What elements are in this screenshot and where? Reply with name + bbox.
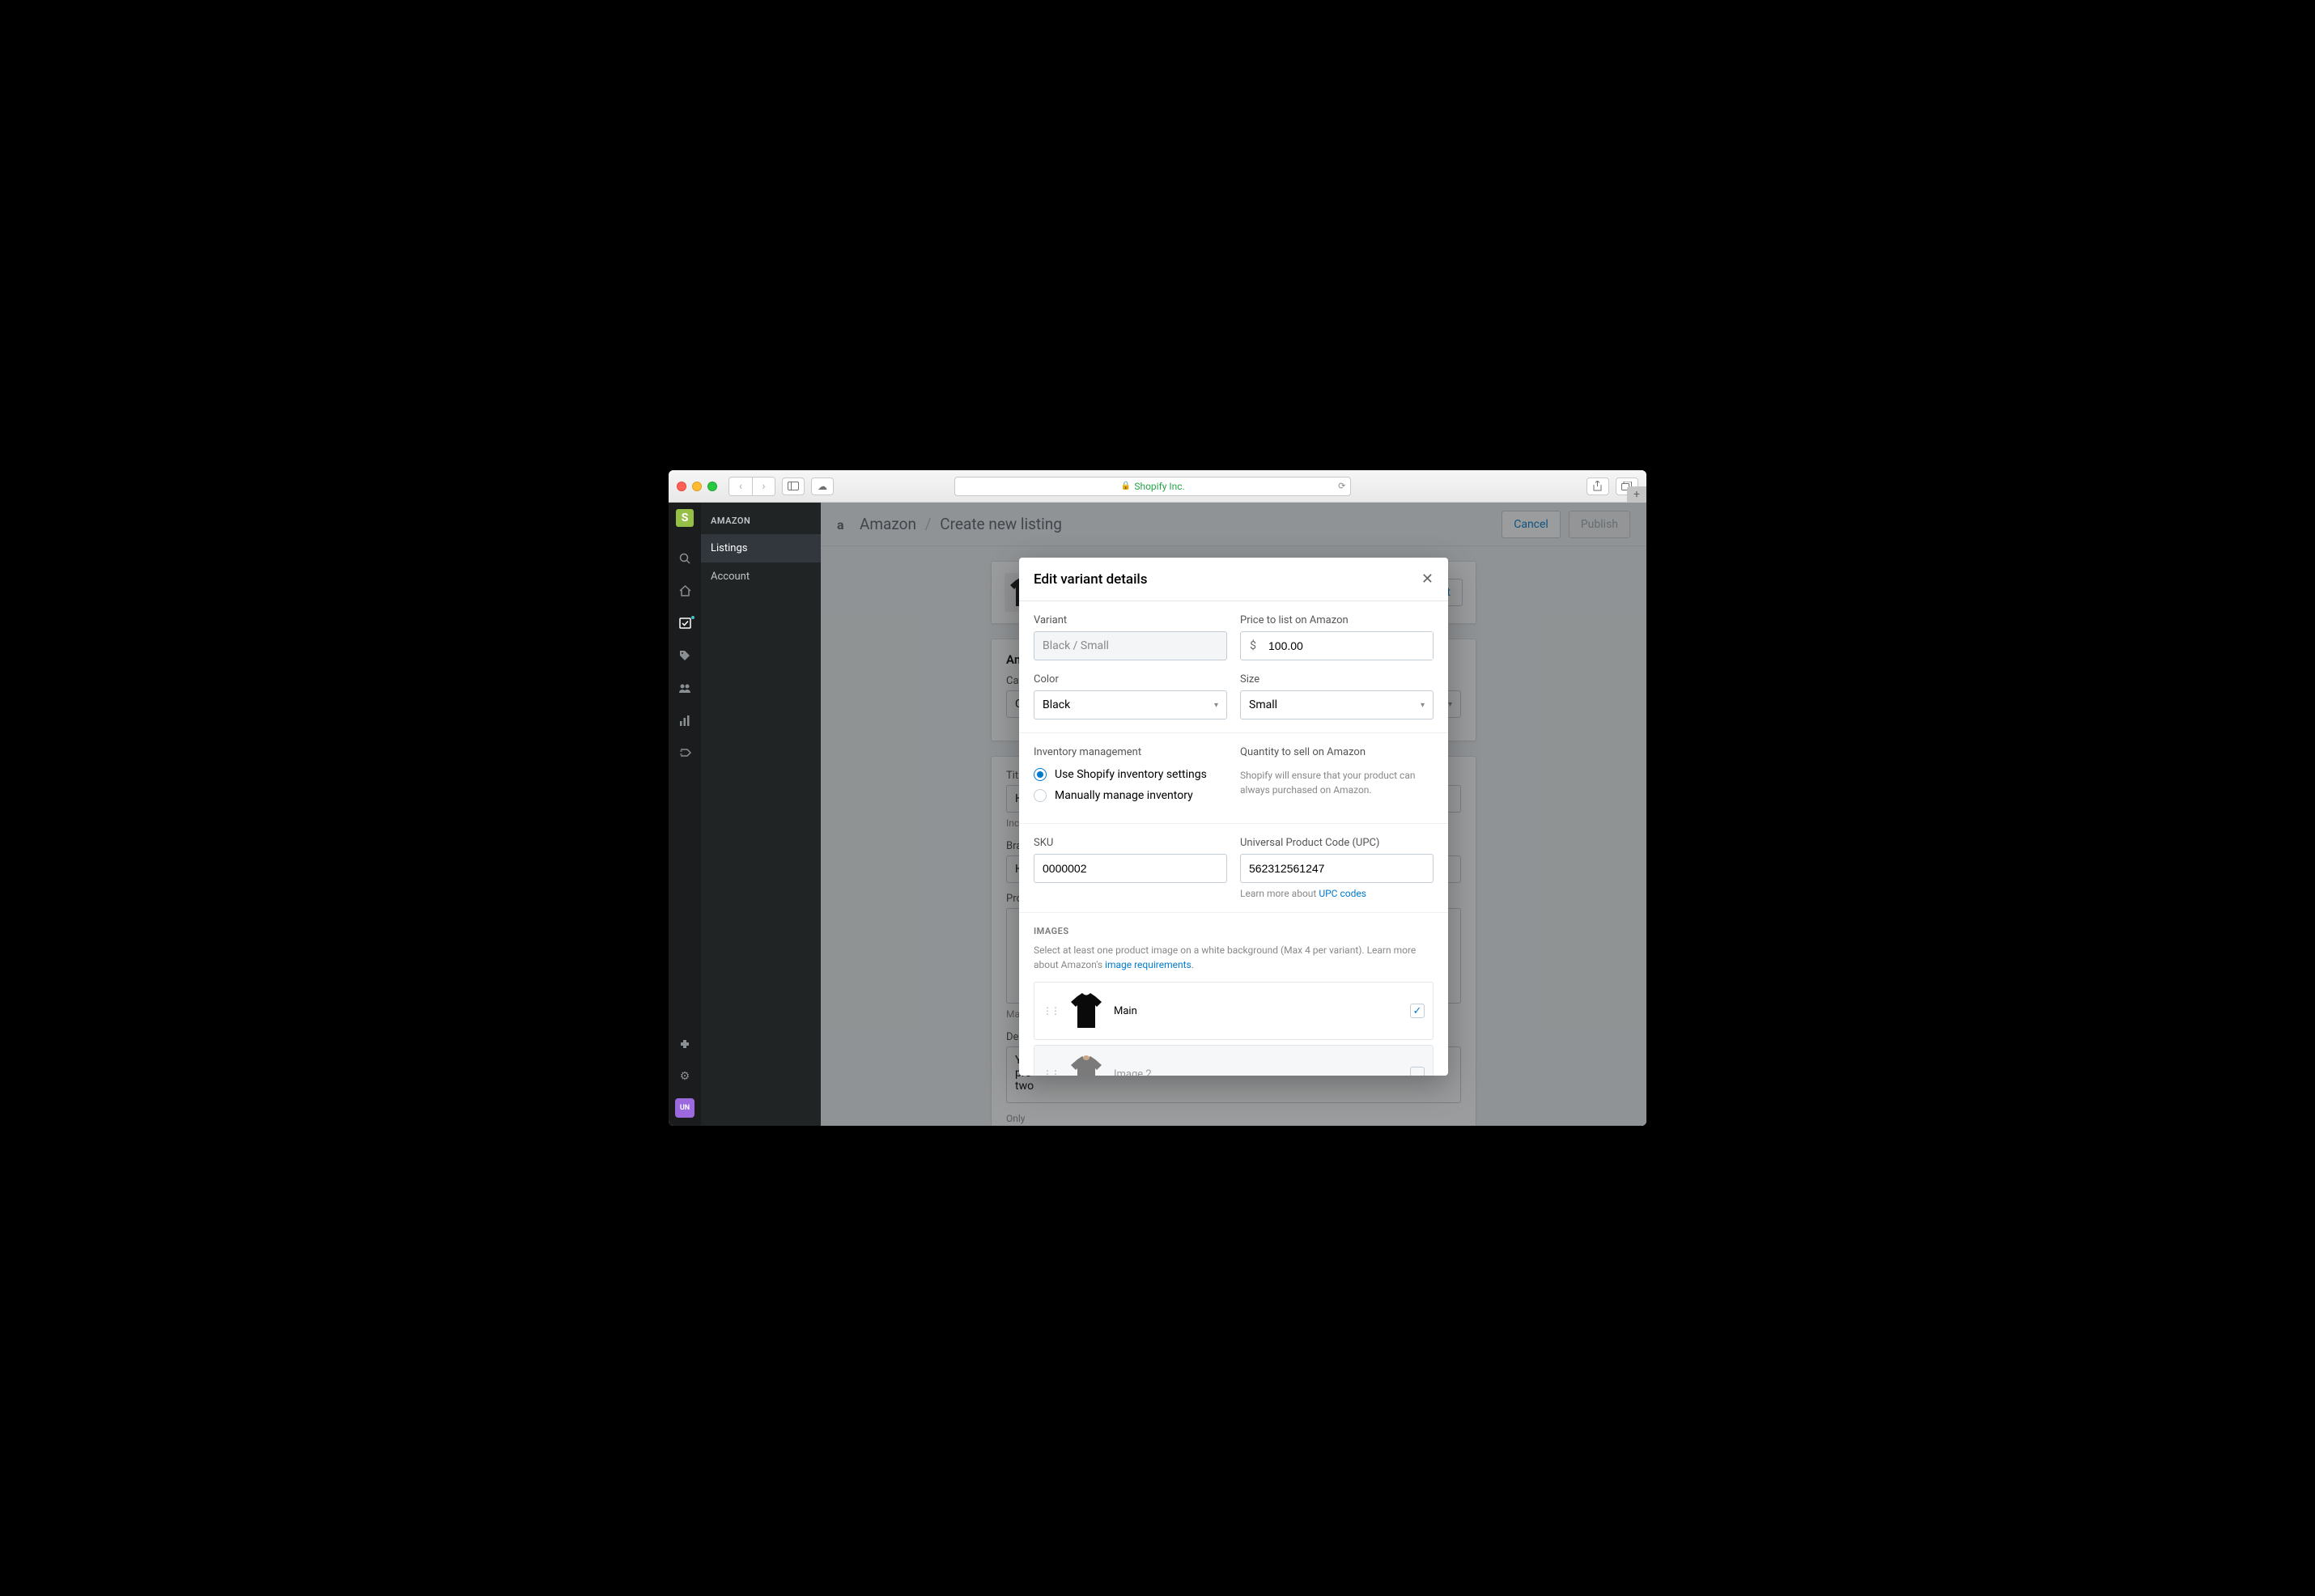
price-value[interactable] (1265, 632, 1433, 660)
tag-icon[interactable] (669, 645, 701, 666)
size-select[interactable]: Small (1240, 690, 1434, 719)
apps-icon[interactable] (669, 1034, 701, 1055)
sidebar-item-account[interactable]: Account (701, 562, 821, 591)
variant-label: Variant (1034, 614, 1227, 626)
color-label: Color (1034, 673, 1227, 686)
images-heading: IMAGES (1034, 926, 1434, 936)
color-select[interactable]: Black (1034, 690, 1227, 719)
close-icon[interactable]: ✕ (1421, 571, 1434, 588)
site-name: Shopify Inc. (1134, 481, 1184, 492)
currency-symbol: $ (1241, 639, 1265, 652)
quantity-description: Shopify will ensure that your product ca… (1240, 768, 1434, 797)
image-checkbox[interactable]: ✓ (1410, 1004, 1425, 1018)
radio-icon (1034, 768, 1047, 781)
price-input[interactable]: $ (1240, 631, 1434, 660)
search-icon[interactable] (669, 548, 701, 569)
inventory-option-manual[interactable]: Manually manage inventory (1034, 789, 1227, 802)
main-area: a Amazon / Create new listing Cancel Pub… (821, 503, 1646, 1126)
image-requirements-link[interactable]: image requirements (1105, 959, 1191, 970)
upc-label: Universal Product Code (UPC) (1240, 837, 1434, 849)
discounts-icon[interactable] (669, 742, 701, 763)
user-avatar[interactable]: UN (675, 1098, 694, 1118)
orders-icon[interactable] (669, 613, 701, 634)
back-button[interactable]: ‹ (729, 478, 752, 495)
home-icon[interactable] (669, 580, 701, 601)
shopify-logo[interactable]: S (676, 509, 694, 527)
drag-handle-icon[interactable]: ⋮⋮ (1043, 1068, 1059, 1076)
modal-overlay: Edit variant details ✕ Variant Black / S… (821, 503, 1646, 1126)
new-tab-button[interactable]: + (1627, 486, 1646, 503)
sku-input[interactable] (1034, 854, 1227, 883)
refresh-icon[interactable]: ⟳ (1338, 481, 1345, 491)
minimize-window[interactable] (692, 482, 702, 491)
forward-button[interactable]: › (752, 478, 775, 495)
modal-title: Edit variant details (1034, 571, 1148, 588)
image-row-2[interactable]: ⋮⋮ Image 2 (1034, 1045, 1434, 1076)
edit-variant-modal: Edit variant details ✕ Variant Black / S… (1019, 558, 1448, 1076)
image-checkbox[interactable] (1410, 1067, 1425, 1076)
image-thumbnail (1068, 1052, 1104, 1076)
sidebar-toggle-icon[interactable] (782, 478, 805, 495)
upc-input[interactable] (1240, 854, 1434, 883)
image-label: Main (1114, 1005, 1400, 1017)
cloud-icon[interactable]: ☁ (811, 478, 834, 495)
nav-buttons: ‹ › (728, 477, 775, 496)
upc-codes-link[interactable]: UPC codes (1319, 888, 1366, 899)
image-row-main[interactable]: ⋮⋮ Main ✓ (1034, 982, 1434, 1040)
upc-help-text: Learn more about (1240, 888, 1319, 899)
radio-icon (1034, 789, 1047, 802)
sidebar-item-listings[interactable]: Listings (701, 534, 821, 562)
price-label: Price to list on Amazon (1240, 614, 1434, 626)
inventory-option-shopify[interactable]: Use Shopify inventory settings (1034, 768, 1227, 781)
image-thumbnail (1068, 989, 1104, 1033)
analytics-icon[interactable] (669, 710, 701, 731)
drag-handle-icon[interactable]: ⋮⋮ (1043, 1005, 1059, 1017)
size-label: Size (1240, 673, 1434, 686)
sku-label: SKU (1034, 837, 1227, 849)
quantity-label: Quantity to sell on Amazon (1240, 746, 1434, 758)
icon-rail: S (669, 503, 701, 1126)
browser-toolbar: ‹ › ☁ 🔒 Shopify Inc. ⟳ + (669, 470, 1646, 503)
window-controls (677, 482, 717, 491)
address-bar[interactable]: 🔒 Shopify Inc. ⟳ (954, 477, 1351, 496)
share-icon[interactable] (1587, 478, 1609, 495)
image-label: Image 2 (1114, 1068, 1400, 1076)
settings-icon[interactable]: ⚙ (669, 1066, 701, 1087)
sidebar-title: AMAZON (701, 503, 821, 534)
variant-field: Black / Small (1034, 631, 1227, 660)
maximize-window[interactable] (707, 482, 717, 491)
close-window[interactable] (677, 482, 686, 491)
sidebar: AMAZON Listings Account (701, 503, 821, 1126)
inventory-label: Inventory management (1034, 746, 1227, 758)
images-description: Select at least one product image on a w… (1034, 943, 1434, 972)
lock-icon: 🔒 (1121, 482, 1131, 490)
customers-icon[interactable] (669, 677, 701, 698)
